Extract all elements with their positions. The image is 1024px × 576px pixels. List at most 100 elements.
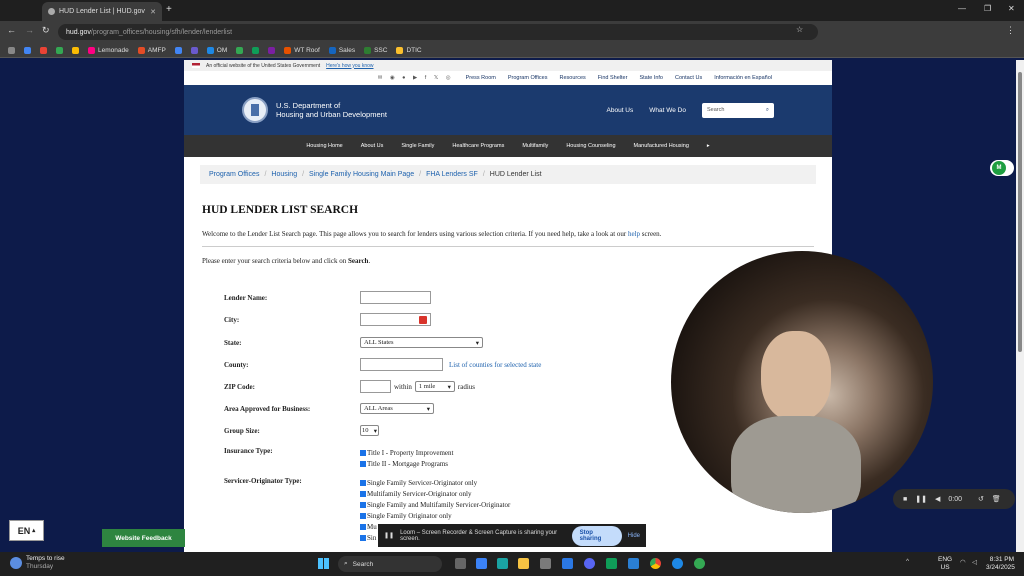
bookmark-icon[interactable] <box>24 46 31 54</box>
utility-link-find-shelter[interactable]: Find Shelter <box>598 75 628 81</box>
close-window-icon[interactable]: ✕ <box>1008 4 1015 13</box>
bookmark-icon[interactable] <box>174 46 182 54</box>
county-list-link[interactable]: List of counties for selected state <box>449 361 541 369</box>
state-select[interactable]: ALL States ▾ <box>360 337 483 348</box>
search-icon[interactable]: ⌕ <box>766 107 769 114</box>
bookmark-sales[interactable]: Sales <box>328 46 355 54</box>
servicer-sf-mf-checkbox[interactable]: Single Family and Multifamily Servicer-O… <box>360 499 510 510</box>
new-tab-icon[interactable]: + <box>166 4 172 15</box>
nav-more-icon[interactable]: ▸ <box>707 143 710 149</box>
address-bar[interactable]: hud.gov /program_offices/housing/sfh/len… <box>58 24 818 40</box>
help-link[interactable]: help <box>628 230 640 238</box>
app-icon[interactable] <box>540 558 551 569</box>
tab-close-icon[interactable]: ✕ <box>150 8 156 16</box>
bookmark-amfp[interactable]: AMFP <box>137 46 166 54</box>
bookmark-dtic[interactable]: DTIC <box>396 46 422 54</box>
language-button[interactable]: EN ▴ <box>9 520 44 541</box>
breadcrumb-housing[interactable]: Housing <box>271 171 297 178</box>
stop-record-icon[interactable]: ■ <box>903 496 907 503</box>
utility-link-espanol[interactable]: Información en Español <box>714 75 772 81</box>
file-explorer-icon[interactable] <box>518 558 529 569</box>
header-link-about-us[interactable]: About Us <box>607 107 634 114</box>
bookmark-icon[interactable] <box>236 46 244 54</box>
taskbar-search[interactable]: ⌕ Search <box>338 556 442 572</box>
radius-select[interactable]: 1 mile ▾ <box>414 381 455 392</box>
city-input[interactable] <box>360 313 431 326</box>
nav-single-family[interactable]: Single Family <box>401 143 434 149</box>
originator-sf-checkbox[interactable]: Single Family Originator only <box>360 510 510 521</box>
app-icon[interactable] <box>694 558 705 569</box>
browser-menu-icon[interactable]: ⋮ <box>1006 25 1015 36</box>
bookmark-wt-roof[interactable]: WT Roof <box>284 46 320 54</box>
apps-icon[interactable] <box>8 46 15 54</box>
browser-tab[interactable]: HUD Lender List | HUD.gov ✕ <box>42 2 162 21</box>
bookmark-lemonade[interactable]: Lemonade <box>88 46 129 54</box>
insurance-title1-checkbox[interactable]: Title I - Property Improvement <box>360 447 453 458</box>
hide-button[interactable]: Hide <box>628 533 640 539</box>
bookmark-icon[interactable] <box>40 46 47 54</box>
app-icon[interactable] <box>672 558 683 569</box>
bookmark-ssc[interactable]: SSC <box>364 46 387 54</box>
delete-icon[interactable]: 🗑 <box>992 495 1001 503</box>
forward-icon[interactable]: → <box>25 25 34 35</box>
stop-sharing-button[interactable]: Stop sharing <box>571 525 622 546</box>
zip-input[interactable] <box>360 380 391 393</box>
bookmark-icon[interactable] <box>252 46 260 54</box>
utility-link-state-info[interactable]: State Info <box>639 75 663 81</box>
discord-icon[interactable] <box>584 558 595 569</box>
nav-multifamily[interactable]: Multifamily <box>522 143 548 149</box>
bookmark-star-icon[interactable]: ☆ <box>796 25 803 34</box>
utility-link-program-offices[interactable]: Program Offices <box>508 75 548 81</box>
wifi-icon[interactable]: ◠ <box>960 558 966 566</box>
utility-link-contact-us[interactable]: Contact Us <box>675 75 702 81</box>
volume-icon[interactable]: ◁ <box>972 558 977 566</box>
nav-housing-home[interactable]: Housing Home <box>306 143 342 149</box>
reload-icon[interactable]: ↻ <box>42 25 50 36</box>
chrome-icon[interactable] <box>650 558 661 569</box>
hud-logo[interactable]: U.S. Department of Housing and Urban Dev… <box>242 97 387 123</box>
breadcrumb-sf-main[interactable]: Single Family Housing Main Page <box>309 171 414 178</box>
extension-badge[interactable]: M <box>990 160 1014 176</box>
weather-widget[interactable]: Temps to rise Thursday <box>26 555 65 571</box>
nav-manufactured-housing[interactable]: Manufactured Housing <box>634 143 689 149</box>
input-language[interactable]: ENG US <box>938 556 952 572</box>
bookmark-icon[interactable] <box>72 46 79 54</box>
insurance-title2-checkbox[interactable]: Title II - Mortgage Programs <box>360 458 453 469</box>
servicer-mf-checkbox[interactable]: Multifamily Servicer-Originator only <box>360 488 510 499</box>
weather-icon[interactable] <box>10 557 22 569</box>
gov-banner-link[interactable]: Here's how you know <box>326 63 373 69</box>
breadcrumb-program-offices[interactable]: Program Offices <box>209 171 259 178</box>
webcam-bubble[interactable] <box>671 251 933 513</box>
restart-icon[interactable]: ↺ <box>978 495 984 503</box>
task-view-icon[interactable] <box>455 558 466 569</box>
bookmark-om[interactable]: OM <box>206 46 227 54</box>
nav-housing-counseling[interactable]: Housing Counseling <box>566 143 615 149</box>
header-link-what-we-do[interactable]: What We Do <box>649 107 686 114</box>
utility-link-press-room[interactable]: Press Room <box>466 75 496 81</box>
social-icons[interactable]: ✉ ◉ ● ▶ f 𝕏 ◎ <box>378 75 454 81</box>
clock[interactable]: 8:31 PM 3/24/2025 <box>986 556 1015 572</box>
app-icon[interactable] <box>497 558 508 569</box>
bookmark-icon[interactable] <box>190 46 198 54</box>
website-feedback-button[interactable]: Website Feedback <box>102 529 185 547</box>
site-search-input[interactable]: Search ⌕ <box>702 102 774 118</box>
servicer-sf-checkbox[interactable]: Single Family Servicer-Originator only <box>360 477 510 488</box>
bookmark-icon[interactable] <box>56 46 63 54</box>
scrollbar-thumb[interactable] <box>1018 72 1022 352</box>
nav-about-us[interactable]: About Us <box>361 143 384 149</box>
maximize-icon[interactable]: ❐ <box>984 4 991 13</box>
area-select[interactable]: ALL Areas ▾ <box>360 403 434 414</box>
mute-icon[interactable]: ◀ <box>935 495 940 503</box>
lender-name-input[interactable] <box>360 291 431 304</box>
autofill-icon[interactable] <box>419 315 427 324</box>
county-input[interactable] <box>360 358 443 371</box>
mail-icon[interactable] <box>562 558 573 569</box>
tray-overflow-icon[interactable]: ^ <box>906 558 909 565</box>
back-icon[interactable]: ← <box>7 25 16 35</box>
utility-link-resources[interactable]: Resources <box>559 75 585 81</box>
pause-icon[interactable]: ❚❚ <box>915 495 927 503</box>
vscode-icon[interactable] <box>628 558 639 569</box>
app-icon[interactable] <box>606 558 617 569</box>
minimize-icon[interactable]: — <box>958 4 966 13</box>
app-icon[interactable] <box>476 558 487 569</box>
